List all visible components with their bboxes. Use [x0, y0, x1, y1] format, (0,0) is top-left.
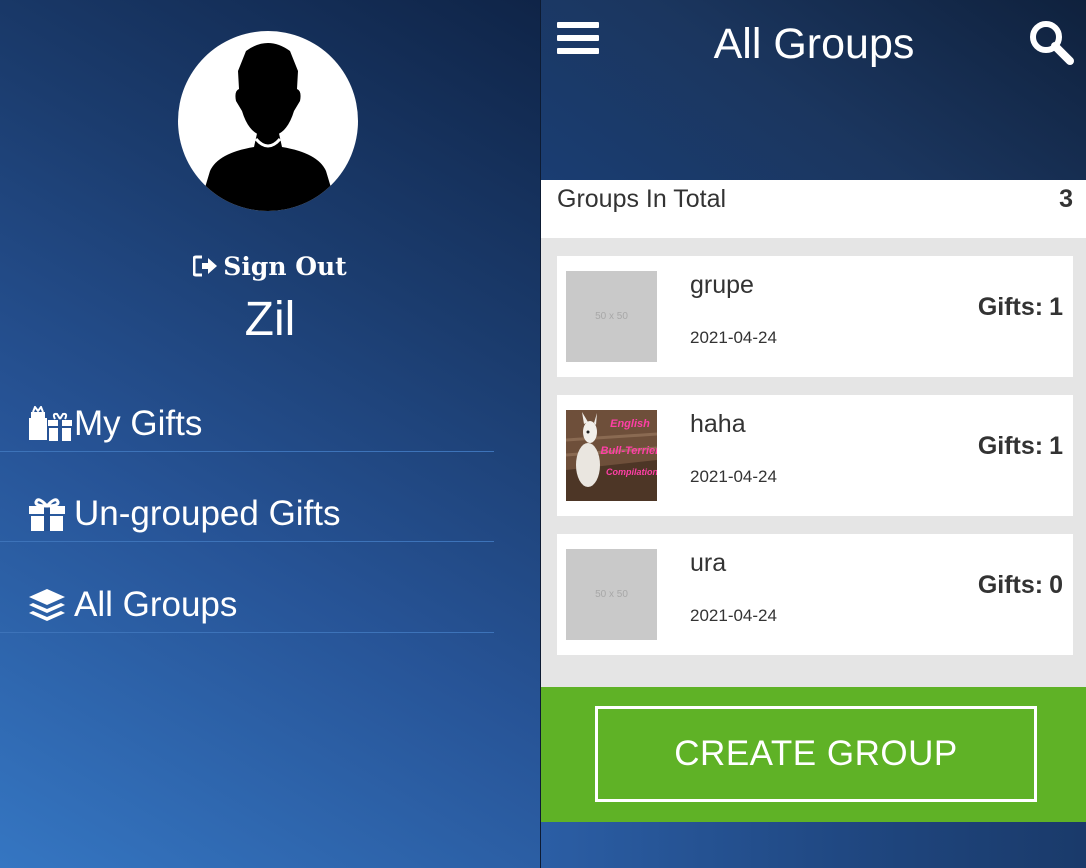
gifts-value: 0: [1049, 571, 1063, 599]
search-icon[interactable]: [1027, 19, 1075, 70]
group-thumbnail-image: English Bull-Terrier Compilation: [566, 410, 657, 501]
group-card-haha[interactable]: English Bull-Terrier Compilation haha 20…: [557, 395, 1073, 516]
gifts-value: 1: [1049, 293, 1063, 321]
groups-total-label: Groups In Total: [557, 185, 727, 213]
layers-icon: [28, 587, 74, 623]
avatar[interactable]: [178, 31, 358, 211]
sidebar-item-ungrouped-gifts[interactable]: Un-grouped Gifts: [0, 487, 494, 542]
username: Zil: [244, 293, 296, 346]
group-thumbnail-placeholder: 50 x 50: [566, 271, 657, 362]
svg-text:English: English: [610, 418, 650, 430]
gifts-icon: [28, 406, 74, 442]
gifts-label: Gifts:: [977, 293, 1044, 321]
group-thumbnail-placeholder: 50 x 50: [566, 549, 657, 640]
svg-text:Compilation: Compilation: [606, 467, 657, 477]
sidebar-item-label: My Gifts: [74, 404, 203, 443]
group-gift-count: Gifts: 1: [978, 293, 1063, 322]
group-gift-count: Gifts: 1: [978, 432, 1063, 461]
user-silhouette-icon: [198, 43, 338, 211]
svg-text:Bull-Terrier: Bull-Terrier: [601, 445, 657, 457]
groups-total-count: 3: [1059, 185, 1073, 213]
sidebar-item-label: All Groups: [74, 585, 238, 624]
groups-total-bar: Groups In Total 3: [541, 180, 1086, 238]
gifts-label: Gifts:: [977, 571, 1044, 599]
group-gift-count: Gifts: 0: [978, 571, 1063, 600]
sign-out-link[interactable]: Sign Out: [0, 252, 540, 281]
group-name: haha: [690, 410, 746, 438]
group-name: grupe: [690, 271, 754, 299]
thumbnail-placeholder-text: 50 x 50: [595, 589, 628, 600]
header: All Groups: [541, 0, 1086, 180]
group-date: 2021-04-24: [690, 606, 777, 625]
group-name: ura: [690, 549, 727, 577]
sidebar-item-all-groups[interactable]: All Groups: [0, 578, 494, 633]
create-group-button[interactable]: CREATE GROUP: [595, 706, 1037, 802]
gifts-value: 1: [1049, 432, 1063, 460]
sign-out-label: Sign Out: [223, 252, 347, 281]
gift-icon: [28, 496, 74, 532]
page-title: All Groups: [713, 20, 915, 68]
create-group-area: CREATE GROUP: [541, 687, 1086, 822]
sidebar-item-label: Un-grouped Gifts: [74, 494, 341, 533]
bull-terrier-thumbnail: English Bull-Terrier Compilation: [566, 410, 657, 501]
group-card-grupe[interactable]: 50 x 50 grupe 2021-04-24 Gifts: 1: [557, 256, 1073, 377]
thumbnail-placeholder-text: 50 x 50: [595, 311, 628, 322]
sign-out-icon: [192, 255, 218, 277]
gifts-label: Gifts:: [977, 432, 1044, 460]
sidebar-item-my-gifts[interactable]: My Gifts: [0, 397, 494, 452]
footer-strip: [541, 822, 1086, 868]
sidebar: Sign Out Zil My Gifts Un-grouped Gifts A…: [0, 0, 540, 868]
group-date: 2021-04-24: [690, 467, 777, 486]
group-card-ura[interactable]: 50 x 50 ura 2021-04-24 Gifts: 0: [557, 534, 1073, 655]
main-panel: All Groups Groups In Total 3 50 x 50 gru…: [540, 0, 1086, 868]
group-date: 2021-04-24: [690, 328, 777, 347]
